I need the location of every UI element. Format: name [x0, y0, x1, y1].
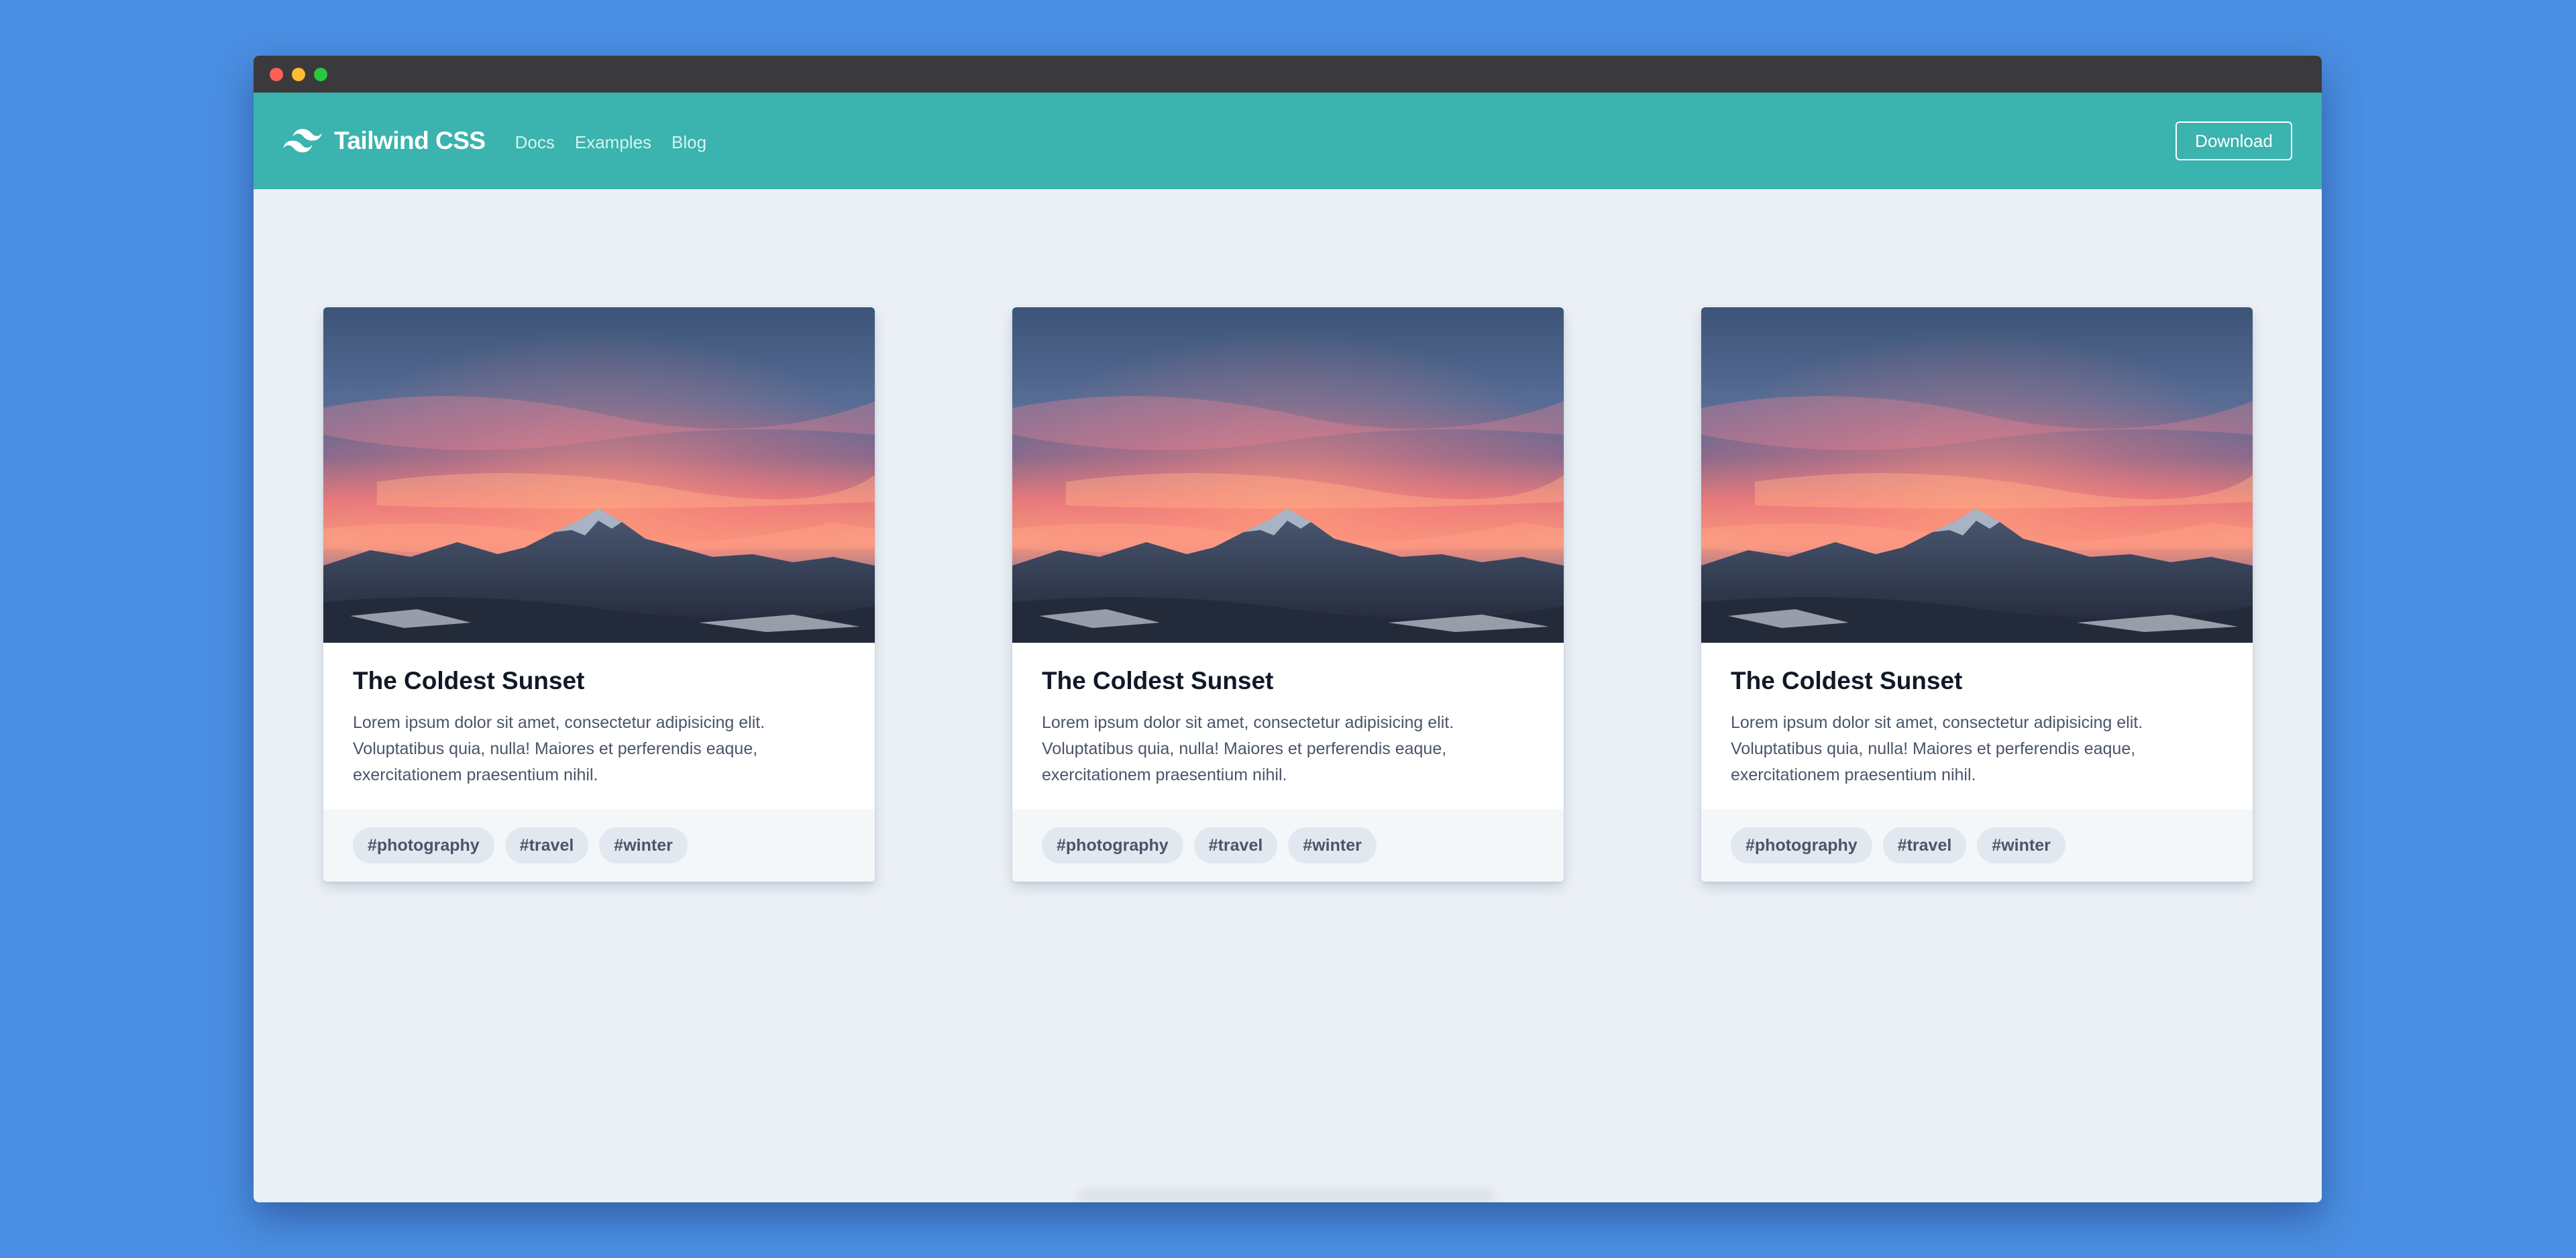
card-body: The Coldest Sunset Lorem ipsum dolor sit… [323, 643, 875, 809]
mountain-sunset-image [1012, 307, 1564, 643]
nav-link-examples[interactable]: Examples [575, 132, 651, 153]
download-button[interactable]: Download [2176, 121, 2292, 160]
card: The Coldest Sunset Lorem ipsum dolor sit… [323, 307, 875, 882]
card-tags: #photography #travel #winter [323, 809, 875, 882]
mountain-sunset-image [323, 307, 875, 643]
tag-photography[interactable]: #photography [1731, 827, 1872, 863]
card-body: The Coldest Sunset Lorem ipsum dolor sit… [1012, 643, 1564, 809]
card: The Coldest Sunset Lorem ipsum dolor sit… [1012, 307, 1564, 882]
nav-links: Docs Examples Blog [515, 132, 706, 153]
tag-photography[interactable]: #photography [353, 827, 494, 863]
card-description: Lorem ipsum dolor sit amet, consectetur … [1042, 713, 1454, 784]
minimize-window-icon[interactable] [292, 67, 305, 81]
window-titlebar [254, 56, 2322, 93]
tag-winter[interactable]: #winter [1977, 827, 2065, 863]
close-window-icon[interactable] [270, 67, 283, 81]
tag-travel[interactable]: #travel [1193, 827, 1278, 863]
tag-travel[interactable]: #travel [504, 827, 589, 863]
tag-photography[interactable]: #photography [1042, 827, 1183, 863]
tailwind-logo-icon [283, 129, 322, 153]
card-description: Lorem ipsum dolor sit amet, consectetur … [353, 713, 765, 784]
card-body: The Coldest Sunset Lorem ipsum dolor sit… [1701, 643, 2253, 809]
card: The Coldest Sunset Lorem ipsum dolor sit… [1701, 307, 2253, 882]
brand-name: Tailwind CSS [334, 127, 486, 154]
mountain-sunset-image [1701, 307, 2253, 643]
card-description: Lorem ipsum dolor sit amet, consectetur … [1731, 713, 2143, 784]
maximize-window-icon[interactable] [314, 67, 327, 81]
main-content: The Coldest Sunset Lorem ipsum dolor sit… [254, 189, 2322, 1202]
card-tags: #photography #travel #winter [1701, 809, 2253, 882]
scroll-shadow [1079, 1189, 1495, 1202]
nav-link-blog[interactable]: Blog [672, 132, 706, 153]
card-tags: #photography #travel #winter [1012, 809, 1564, 882]
tag-winter[interactable]: #winter [1288, 827, 1377, 863]
card-title: The Coldest Sunset [1042, 667, 1274, 694]
card-title: The Coldest Sunset [353, 667, 585, 694]
nav-link-docs[interactable]: Docs [515, 132, 555, 153]
top-navbar: Tailwind CSS Docs Examples Blog Download [254, 93, 2322, 189]
card-title: The Coldest Sunset [1731, 667, 1963, 694]
browser-window: Tailwind CSS Docs Examples Blog Download [254, 56, 2322, 1202]
brand[interactable]: Tailwind CSS [283, 127, 486, 155]
tag-travel[interactable]: #travel [1882, 827, 1967, 863]
tag-winter[interactable]: #winter [599, 827, 688, 863]
